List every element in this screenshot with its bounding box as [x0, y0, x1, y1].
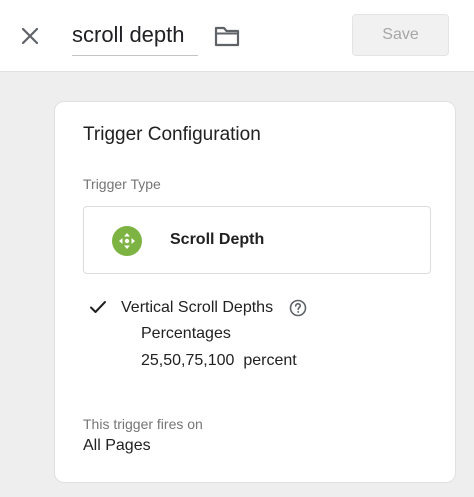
- header-bar: scroll depth Save: [0, 0, 474, 72]
- trigger-type-selector[interactable]: Scroll Depth: [83, 206, 431, 274]
- folder-button[interactable]: [212, 22, 242, 50]
- setting-name: Vertical Scroll Depths: [121, 299, 274, 316]
- help-icon[interactable]: [289, 299, 307, 317]
- trigger-configuration-card: Trigger Configuration Trigger Type Scrol…: [54, 101, 456, 483]
- folder-icon: [214, 26, 240, 47]
- trigger-name-text: scroll depth: [72, 22, 185, 47]
- setting-subtitle: Percentages: [141, 325, 231, 342]
- save-button[interactable]: Save: [352, 14, 449, 56]
- close-button[interactable]: [14, 20, 46, 52]
- fires-on-label: This trigger fires on: [83, 416, 203, 432]
- card-title: Trigger Configuration: [83, 124, 261, 145]
- check-icon: [90, 301, 106, 313]
- trigger-type-name: Scroll Depth: [170, 231, 265, 248]
- close-icon: [21, 27, 39, 45]
- trigger-name-field[interactable]: scroll depth: [72, 18, 198, 56]
- setting-values: 25,50,75,100 percent: [141, 352, 297, 369]
- trigger-type-label: Trigger Type: [83, 176, 161, 192]
- scroll-depth-icon: [112, 226, 142, 256]
- fires-on-value: All Pages: [83, 437, 151, 454]
